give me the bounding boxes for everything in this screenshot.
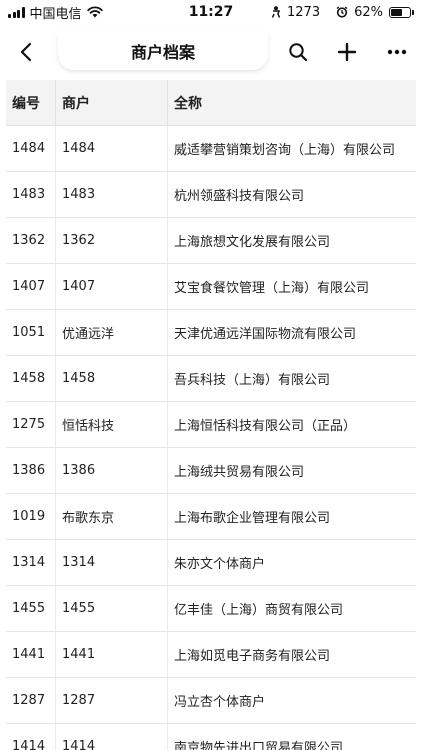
table-row[interactable]: 1483 1483 杭州领盛科技有限公司 xyxy=(6,172,416,218)
cell-id: 1441 xyxy=(12,647,46,662)
table-row[interactable]: 1051 优通远洋 天津优通远洋国际物流有限公司 xyxy=(6,310,416,356)
cell-full-name: 杭州领盛科技有限公司 xyxy=(167,172,416,217)
cell-merchant: 1484 xyxy=(55,126,167,171)
cell-merchant: 1455 xyxy=(55,586,167,631)
table-row[interactable]: 1314 1314 朱亦文个体商户 xyxy=(6,540,416,586)
cell-full-name: 上海绒共贸易有限公司 xyxy=(167,448,416,493)
plus-icon xyxy=(337,42,357,62)
cell-merchant: 恒恬科技 xyxy=(55,402,167,447)
add-button[interactable] xyxy=(333,38,361,66)
cell-merchant: 1314 xyxy=(55,540,167,585)
cell-merchant: 1441 xyxy=(55,632,167,677)
cell-merchant: 优通远洋 xyxy=(55,310,167,355)
more-button[interactable] xyxy=(383,38,411,66)
cell-id: 1362 xyxy=(12,233,46,248)
cell-full-name: 上海布歌企业管理有限公司 xyxy=(167,494,416,539)
alarm-icon xyxy=(336,6,348,18)
table-row[interactable]: 1414 1414 南京物先进出口贸易有限公司 xyxy=(6,724,416,750)
table-row[interactable]: 1458 1458 吾兵科技（上海）有限公司 xyxy=(6,356,416,402)
table-row[interactable]: 1287 1287 冯立杏个体商户 xyxy=(6,678,416,724)
search-button[interactable] xyxy=(284,38,312,66)
cell-full-name: 南京物先进出口贸易有限公司 xyxy=(167,724,416,750)
cell-id: 1386 xyxy=(12,463,46,478)
cell-id: 1483 xyxy=(12,187,46,202)
pedometer-icon xyxy=(271,6,281,18)
battery-icon xyxy=(389,6,414,18)
cell-full-name: 天津优通远洋国际物流有限公司 xyxy=(167,310,416,355)
cell-full-name: 艾宝食餐饮管理（上海）有限公司 xyxy=(167,264,416,309)
cell-full-name: 朱亦文个体商户 xyxy=(167,540,416,585)
cell-full-name: 冯立杏个体商户 xyxy=(167,678,416,723)
cell-id: 1287 xyxy=(12,693,46,708)
cell-id: 1458 xyxy=(12,371,46,386)
column-header-id[interactable]: 编号 xyxy=(6,93,55,113)
search-icon xyxy=(289,43,308,62)
cell-full-name: 吾兵科技（上海）有限公司 xyxy=(167,356,416,401)
step-count: 1273 xyxy=(287,4,321,20)
navigation-bar: 商户档案 xyxy=(0,26,422,78)
table-row[interactable]: 1275 恒恬科技 上海恒恬科技有限公司（正品） xyxy=(6,402,416,448)
table-row[interactable]: 1386 1386 上海绒共贸易有限公司 xyxy=(6,448,416,494)
cell-merchant: 1407 xyxy=(55,264,167,309)
table-row[interactable]: 1407 1407 艾宝食餐饮管理（上海）有限公司 xyxy=(6,264,416,310)
cell-merchant: 1483 xyxy=(55,172,167,217)
merchant-table: 编号 商户 全称 1484 1484 威适攀营销策划咨询（上海）有限公司 1483 14… xyxy=(6,80,416,750)
back-button[interactable] xyxy=(12,38,40,66)
page-title: 商户档案 xyxy=(58,32,268,70)
carrier-label: 中国电信 xyxy=(29,6,82,22)
cell-full-name: 上海旅想文化发展有限公司 xyxy=(167,218,416,263)
cell-full-name: 威适攀营销策划咨询（上海）有限公司 xyxy=(167,126,416,171)
cell-full-name: 上海如觅电子商务有限公司 xyxy=(167,632,416,677)
table-row[interactable]: 1441 1441 上海如觅电子商务有限公司 xyxy=(6,632,416,678)
cell-merchant: 1386 xyxy=(55,448,167,493)
cell-full-name: 亿丰佳（上海）商贸有限公司 xyxy=(167,586,416,631)
battery-percent: 62% xyxy=(354,4,383,20)
cell-merchant: 1287 xyxy=(55,678,167,723)
column-header-merchant[interactable]: 商户 xyxy=(55,80,167,125)
wifi-icon xyxy=(86,6,103,18)
cell-full-name: 上海恒恬科技有限公司（正品） xyxy=(167,402,416,447)
table-header: 编号 商户 全称 xyxy=(6,80,416,126)
table-row[interactable]: 1484 1484 威适攀营销策划咨询（上海）有限公司 xyxy=(6,126,416,172)
cell-merchant: 1414 xyxy=(55,724,167,750)
cell-merchant: 1362 xyxy=(55,218,167,263)
more-dots-icon xyxy=(387,49,407,55)
cell-id: 1051 xyxy=(12,325,46,340)
status-bar: 中国电信 11:27 1273 62% xyxy=(0,0,422,24)
cell-id: 1414 xyxy=(12,739,46,750)
table-row[interactable]: 1362 1362 上海旅想文化发展有限公司 xyxy=(6,218,416,264)
cell-merchant: 1458 xyxy=(55,356,167,401)
cell-id: 1314 xyxy=(12,555,46,570)
table-row[interactable]: 1455 1455 亿丰佳（上海）商贸有限公司 xyxy=(6,586,416,632)
cell-id: 1275 xyxy=(12,417,46,432)
chevron-left-icon xyxy=(20,42,32,62)
cell-merchant: 布歌东京 xyxy=(55,494,167,539)
column-header-full-name[interactable]: 全称 xyxy=(167,80,416,125)
table-row[interactable]: 1019 布歌东京 上海布歌企业管理有限公司 xyxy=(6,494,416,540)
cell-id: 1484 xyxy=(12,141,46,156)
cellular-signal-icon xyxy=(8,6,25,18)
cell-id: 1455 xyxy=(12,601,46,616)
cell-id: 1019 xyxy=(12,509,46,524)
cell-id: 1407 xyxy=(12,279,46,294)
